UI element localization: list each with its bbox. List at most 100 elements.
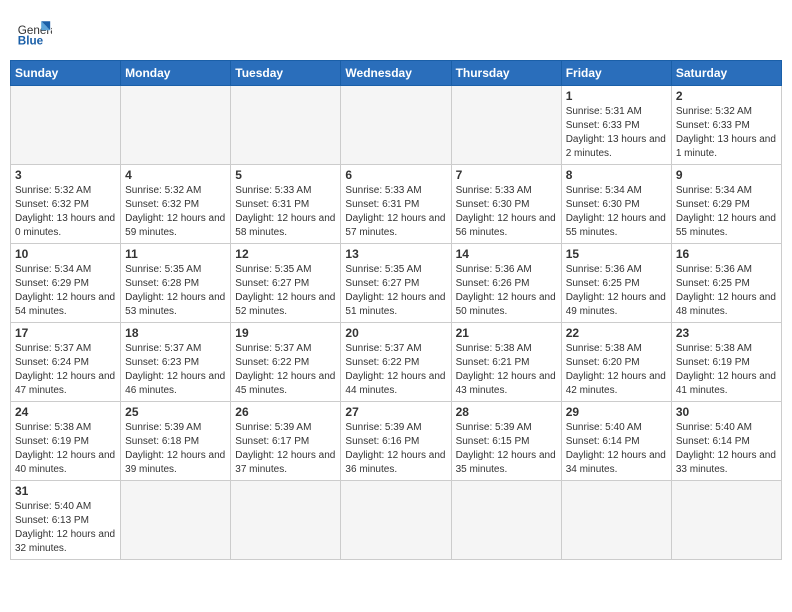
week-row-1: 1 Sunrise: 5:31 AM Sunset: 6:33 PM Daylig… (11, 86, 782, 165)
day-number: 5 (235, 168, 336, 182)
day-info: Sunrise: 5:37 AM Sunset: 6:22 PM Dayligh… (235, 342, 336, 398)
week-row-5: 24 Sunrise: 5:38 AM Sunset: 6:19 PM Dayli… (11, 402, 782, 481)
day-info: Sunrise: 5:39 AM Sunset: 6:18 PM Dayligh… (125, 421, 226, 477)
day-info: Sunrise: 5:40 AM Sunset: 6:14 PM Dayligh… (676, 421, 777, 477)
empty-cell (231, 481, 341, 560)
day-number: 14 (456, 247, 557, 261)
day-info: Sunrise: 5:36 AM Sunset: 6:25 PM Dayligh… (566, 263, 667, 319)
day-info: Sunrise: 5:36 AM Sunset: 6:26 PM Dayligh… (456, 263, 557, 319)
weekday-header-monday: Monday (121, 61, 231, 86)
day-number: 24 (15, 405, 116, 419)
day-info: Sunrise: 5:37 AM Sunset: 6:23 PM Dayligh… (125, 342, 226, 398)
day-info: Sunrise: 5:37 AM Sunset: 6:22 PM Dayligh… (345, 342, 446, 398)
day-info: Sunrise: 5:36 AM Sunset: 6:25 PM Dayligh… (676, 263, 777, 319)
day-info: Sunrise: 5:39 AM Sunset: 6:16 PM Dayligh… (345, 421, 446, 477)
day-number: 9 (676, 168, 777, 182)
week-row-3: 10 Sunrise: 5:34 AM Sunset: 6:29 PM Dayli… (11, 244, 782, 323)
day-number: 13 (345, 247, 446, 261)
day-number: 18 (125, 326, 226, 340)
day-cell-20: 20 Sunrise: 5:37 AM Sunset: 6:22 PM Dayli… (341, 323, 451, 402)
day-cell-2: 2Sunrise: 5:32 AM Sunset: 6:33 PM Daylig… (671, 86, 781, 165)
day-cell-29: 29 Sunrise: 5:40 AM Sunset: 6:14 PM Dayli… (561, 402, 671, 481)
svg-text:Blue: Blue (18, 35, 44, 48)
day-number: 22 (566, 326, 667, 340)
day-number: 17 (15, 326, 116, 340)
day-info: Sunrise: 5:31 AM Sunset: 6:33 PM Dayligh… (566, 105, 667, 161)
day-number: 3 (15, 168, 116, 182)
day-info: Sunrise: 5:35 AM Sunset: 6:27 PM Dayligh… (345, 263, 446, 319)
empty-cell (671, 481, 781, 560)
day-info: Sunrise: 5:37 AM Sunset: 6:24 PM Dayligh… (15, 342, 116, 398)
weekday-header-wednesday: Wednesday (341, 61, 451, 86)
week-row-6: 31Sunrise: 5:40 AM Sunset: 6:13 PM Dayli… (11, 481, 782, 560)
day-cell-14: 14 Sunrise: 5:36 AM Sunset: 6:26 PM Dayli… (451, 244, 561, 323)
day-cell-27: 27 Sunrise: 5:39 AM Sunset: 6:16 PM Dayli… (341, 402, 451, 481)
day-info: Sunrise: 5:40 AM Sunset: 6:14 PM Dayligh… (566, 421, 667, 477)
day-cell-18: 18 Sunrise: 5:37 AM Sunset: 6:23 PM Dayli… (121, 323, 231, 402)
day-info: Sunrise: 5:32 AM Sunset: 6:32 PM Dayligh… (125, 184, 226, 240)
empty-cell (11, 86, 121, 165)
day-cell-15: 15Sunrise: 5:36 AM Sunset: 6:25 PM Dayli… (561, 244, 671, 323)
day-cell-10: 10 Sunrise: 5:34 AM Sunset: 6:29 PM Dayli… (11, 244, 121, 323)
day-info: Sunrise: 5:32 AM Sunset: 6:33 PM Dayligh… (676, 105, 777, 161)
day-cell-25: 25Sunrise: 5:39 AM Sunset: 6:18 PM Dayli… (121, 402, 231, 481)
day-info: Sunrise: 5:38 AM Sunset: 6:21 PM Dayligh… (456, 342, 557, 398)
day-info: Sunrise: 5:35 AM Sunset: 6:27 PM Dayligh… (235, 263, 336, 319)
day-cell-26: 26 Sunrise: 5:39 AM Sunset: 6:17 PM Dayli… (231, 402, 341, 481)
day-number: 12 (235, 247, 336, 261)
day-info: Sunrise: 5:39 AM Sunset: 6:17 PM Dayligh… (235, 421, 336, 477)
day-cell-24: 24 Sunrise: 5:38 AM Sunset: 6:19 PM Dayli… (11, 402, 121, 481)
day-number: 8 (566, 168, 667, 182)
day-info: Sunrise: 5:38 AM Sunset: 6:19 PM Dayligh… (15, 421, 116, 477)
day-number: 21 (456, 326, 557, 340)
weekday-header-row: SundayMondayTuesdayWednesdayThursdayFrid… (11, 61, 782, 86)
logo: General Blue (16, 14, 52, 50)
day-number: 10 (15, 247, 116, 261)
day-number: 16 (676, 247, 777, 261)
day-number: 4 (125, 168, 226, 182)
day-number: 26 (235, 405, 336, 419)
day-cell-19: 19 Sunrise: 5:37 AM Sunset: 6:22 PM Dayli… (231, 323, 341, 402)
week-row-2: 3 Sunrise: 5:32 AM Sunset: 6:32 PM Daylig… (11, 165, 782, 244)
day-cell-11: 11 Sunrise: 5:35 AM Sunset: 6:28 PM Dayli… (121, 244, 231, 323)
day-cell-4: 4 Sunrise: 5:32 AM Sunset: 6:32 PM Daylig… (121, 165, 231, 244)
day-info: Sunrise: 5:40 AM Sunset: 6:13 PM Dayligh… (15, 500, 116, 556)
empty-cell (561, 481, 671, 560)
day-info: Sunrise: 5:38 AM Sunset: 6:20 PM Dayligh… (566, 342, 667, 398)
day-number: 1 (566, 89, 667, 103)
day-cell-7: 7 Sunrise: 5:33 AM Sunset: 6:30 PM Daylig… (451, 165, 561, 244)
day-info: Sunrise: 5:34 AM Sunset: 6:30 PM Dayligh… (566, 184, 667, 240)
day-number: 20 (345, 326, 446, 340)
day-cell-8: 8 Sunrise: 5:34 AM Sunset: 6:30 PM Daylig… (561, 165, 671, 244)
day-info: Sunrise: 5:35 AM Sunset: 6:28 PM Dayligh… (125, 263, 226, 319)
day-number: 11 (125, 247, 226, 261)
empty-cell (341, 481, 451, 560)
week-row-4: 17 Sunrise: 5:37 AM Sunset: 6:24 PM Dayli… (11, 323, 782, 402)
empty-cell (231, 86, 341, 165)
logo-icon: General Blue (16, 14, 52, 50)
weekday-header-saturday: Saturday (671, 61, 781, 86)
day-cell-13: 13 Sunrise: 5:35 AM Sunset: 6:27 PM Dayli… (341, 244, 451, 323)
day-cell-23: 23 Sunrise: 5:38 AM Sunset: 6:19 PM Dayli… (671, 323, 781, 402)
day-cell-30: 30 Sunrise: 5:40 AM Sunset: 6:14 PM Dayli… (671, 402, 781, 481)
empty-cell (341, 86, 451, 165)
day-info: Sunrise: 5:33 AM Sunset: 6:30 PM Dayligh… (456, 184, 557, 240)
weekday-header-thursday: Thursday (451, 61, 561, 86)
day-number: 23 (676, 326, 777, 340)
day-info: Sunrise: 5:38 AM Sunset: 6:19 PM Dayligh… (676, 342, 777, 398)
day-number: 19 (235, 326, 336, 340)
day-number: 27 (345, 405, 446, 419)
day-number: 30 (676, 405, 777, 419)
calendar-table: SundayMondayTuesdayWednesdayThursdayFrid… (10, 60, 782, 560)
day-cell-22: 22 Sunrise: 5:38 AM Sunset: 6:20 PM Dayli… (561, 323, 671, 402)
weekday-header-tuesday: Tuesday (231, 61, 341, 86)
day-info: Sunrise: 5:34 AM Sunset: 6:29 PM Dayligh… (15, 263, 116, 319)
day-cell-28: 28Sunrise: 5:39 AM Sunset: 6:15 PM Dayli… (451, 402, 561, 481)
day-info: Sunrise: 5:34 AM Sunset: 6:29 PM Dayligh… (676, 184, 777, 240)
day-cell-12: 12 Sunrise: 5:35 AM Sunset: 6:27 PM Dayli… (231, 244, 341, 323)
day-cell-3: 3Sunrise: 5:32 AM Sunset: 6:32 PM Daylig… (11, 165, 121, 244)
day-number: 29 (566, 405, 667, 419)
page-header: General Blue (10, 10, 782, 54)
day-number: 7 (456, 168, 557, 182)
empty-cell (121, 86, 231, 165)
